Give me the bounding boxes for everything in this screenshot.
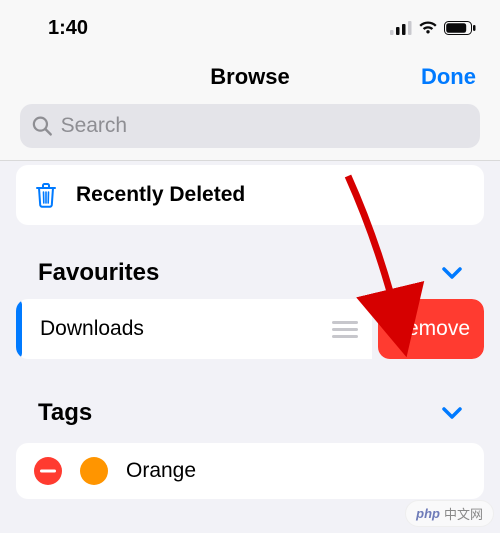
watermark-brand: php <box>416 506 440 521</box>
status-time: 1:40 <box>48 17 88 40</box>
page-title: Browse <box>210 64 289 90</box>
watermark: php 中文网 <box>405 500 494 527</box>
chevron-down-icon <box>442 406 462 420</box>
recently-deleted-label: Recently Deleted <box>76 183 245 207</box>
tags-title: Tags <box>38 399 92 427</box>
status-icons <box>390 21 476 35</box>
drag-handle-icon[interactable] <box>332 321 358 338</box>
tags-header[interactable]: Tags <box>16 359 484 439</box>
favourites-title: Favourites <box>38 259 159 287</box>
wifi-icon <box>418 21 438 35</box>
downloads-label: Downloads <box>40 317 144 341</box>
search-icon <box>32 115 53 137</box>
status-bar: 1:40 <box>0 0 500 44</box>
tag-color-dot <box>80 457 108 485</box>
recently-deleted-row[interactable]: Recently Deleted <box>16 165 484 225</box>
search-field[interactable] <box>20 104 480 148</box>
nav-header: Browse Done <box>0 44 500 104</box>
content-area: Recently Deleted Favourites Downloads Re… <box>0 161 500 499</box>
done-button[interactable]: Done <box>416 64 476 90</box>
battery-icon <box>444 21 476 35</box>
remove-button[interactable]: Remove <box>378 299 484 359</box>
tag-item-row[interactable]: Orange <box>16 443 484 499</box>
delete-minus-icon[interactable] <box>34 457 62 485</box>
watermark-text: 中文网 <box>444 504 483 523</box>
search-input[interactable] <box>61 114 468 138</box>
search-container <box>0 104 500 161</box>
cellular-icon <box>390 21 412 35</box>
trash-icon <box>34 181 58 209</box>
chevron-down-icon <box>442 266 462 280</box>
favourites-item-row: Downloads Remove <box>16 299 484 359</box>
downloads-item[interactable]: Downloads <box>22 299 372 359</box>
tag-label: Orange <box>126 459 196 483</box>
remove-button-label: Remove <box>392 317 470 341</box>
favourites-header[interactable]: Favourites <box>16 225 484 299</box>
